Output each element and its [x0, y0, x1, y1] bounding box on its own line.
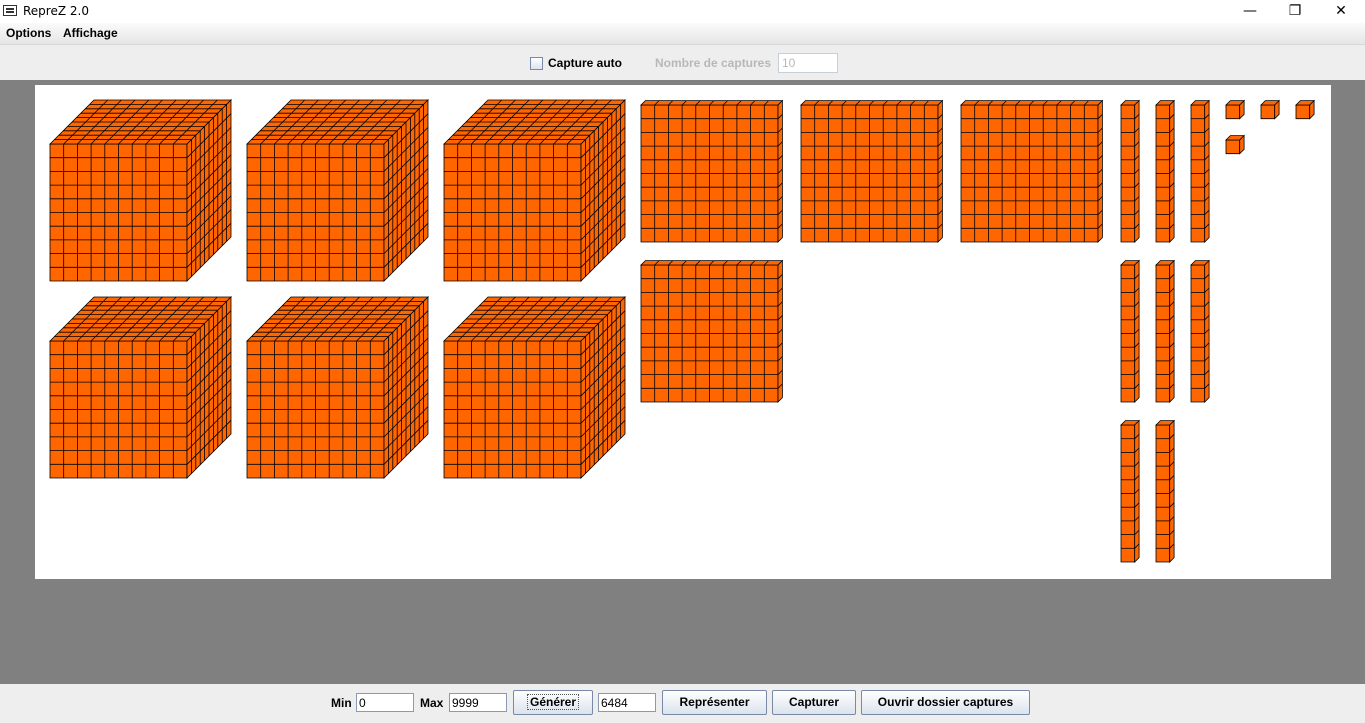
open-captures-folder-button[interactable]: Ouvrir dossier captures: [861, 690, 1030, 715]
menu-affichage[interactable]: Affichage: [63, 26, 118, 40]
minimize-button[interactable]: —: [1227, 0, 1273, 23]
capture-toolbar: Capture auto Nombre de captures: [0, 45, 1365, 80]
close-button[interactable]: ✕: [1318, 0, 1364, 23]
max-input[interactable]: [449, 693, 507, 712]
menu-options[interactable]: Options: [6, 26, 51, 40]
hundred-flat: [800, 99, 944, 243]
capture-auto-label[interactable]: Capture auto: [548, 56, 622, 70]
maximize-button[interactable]: ❐: [1272, 0, 1318, 23]
work-area: [0, 80, 1365, 684]
thousand-cube: [246, 296, 429, 479]
min-input[interactable]: [356, 693, 414, 712]
unit-cube: [1260, 99, 1281, 120]
capture-button[interactable]: Capturer: [772, 690, 856, 715]
ten-rod: [1120, 259, 1141, 403]
ten-rod: [1190, 259, 1211, 403]
generate-button-label: Générer: [526, 694, 580, 710]
base-ten-blocks: [49, 99, 1316, 563]
bottom-bar: Min Max Générer Représenter Capturer Ouv…: [0, 684, 1365, 723]
nombre-captures-input: [778, 53, 838, 73]
ten-rod: [1155, 419, 1176, 563]
unit-cube: [1225, 99, 1246, 120]
ten-rod: [1155, 99, 1176, 243]
menu-bar: Options Affichage: [0, 23, 1365, 45]
hundred-flat: [640, 99, 784, 243]
title-bar: RepreZ 2.0 — ❐ ✕: [0, 0, 1365, 23]
max-label: Max: [420, 696, 444, 710]
ten-rod: [1190, 99, 1211, 243]
min-label: Min: [331, 696, 352, 710]
generate-button[interactable]: Générer: [513, 690, 593, 715]
number-input[interactable]: [598, 693, 656, 712]
ten-rod: [1120, 419, 1141, 563]
represent-button[interactable]: Représenter: [662, 690, 767, 715]
thousand-cube: [246, 99, 429, 282]
unit-cube: [1295, 99, 1316, 120]
hundred-flat: [960, 99, 1104, 243]
app-icon: [3, 5, 17, 16]
ten-rod: [1155, 259, 1176, 403]
representation-canvas: [35, 85, 1331, 579]
ten-rod: [1120, 99, 1141, 243]
hundred-flat: [640, 259, 784, 403]
window-title: RepreZ 2.0: [23, 4, 89, 18]
unit-cube: [1225, 134, 1246, 155]
thousand-cube: [49, 99, 232, 282]
thousand-cube: [49, 296, 232, 479]
thousand-cube: [443, 99, 626, 282]
nombre-captures-label: Nombre de captures: [655, 56, 772, 70]
thousand-cube: [443, 296, 626, 479]
capture-auto-checkbox[interactable]: [530, 57, 543, 70]
